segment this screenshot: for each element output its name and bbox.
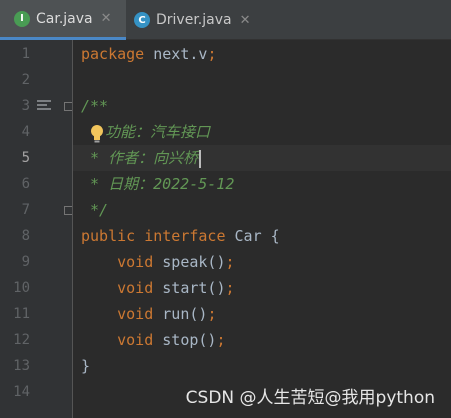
code-line: public interface Car { [81,227,280,245]
tab-label: Car.java [36,10,93,27]
structure-icon[interactable] [37,100,51,112]
line-number: 10 [13,280,30,296]
line-number-gutter: 1 2 3 4 5 6 7 8 9 10 11 12 13 14 [0,40,73,418]
interface-icon: I [14,10,30,27]
watermark: CSDN @人生苦短@我用python [185,388,435,408]
tab-label: Driver.java [156,12,232,28]
code-line: void start(); [117,279,235,297]
code-line: */ [81,201,109,219]
tab-car-java[interactable]: I Car.java ✕ [0,0,126,40]
line-number: 1 [21,46,30,62]
line-number: 6 [21,176,30,192]
line-number: 14 [13,384,30,400]
tab-driver-java[interactable]: C Driver.java ✕ [126,0,266,40]
line-number: 7 [21,202,30,218]
code-line: * 作者：向兴桥 [81,145,202,171]
code-line: void stop(); [117,331,226,349]
line-number: 4 [21,124,30,140]
line-number: 2 [21,72,30,88]
line-number: 12 [13,332,30,348]
lightbulb-icon[interactable] [90,124,104,144]
class-icon: C [134,12,150,28]
code-line: package next.v; [81,45,217,63]
line-number: 8 [21,228,30,244]
code-line: void run(); [117,305,217,323]
line-number: 3 [21,98,30,114]
line-number: 9 [21,254,30,270]
code-line: * 日期：2022-5-12 [81,175,235,193]
line-number: 13 [13,358,30,374]
text-caret [199,149,202,168]
code-line: void speak(); [117,253,235,271]
editor-tab-bar: I Car.java ✕ C Driver.java ✕ [0,0,451,40]
gutter-divider [72,40,73,418]
code-line: /** [81,97,109,115]
line-number: 11 [13,306,30,322]
line-number: 5 [21,150,30,166]
close-icon[interactable]: ✕ [240,13,251,28]
code-line: } [81,357,91,375]
close-icon[interactable]: ✕ [101,11,112,26]
